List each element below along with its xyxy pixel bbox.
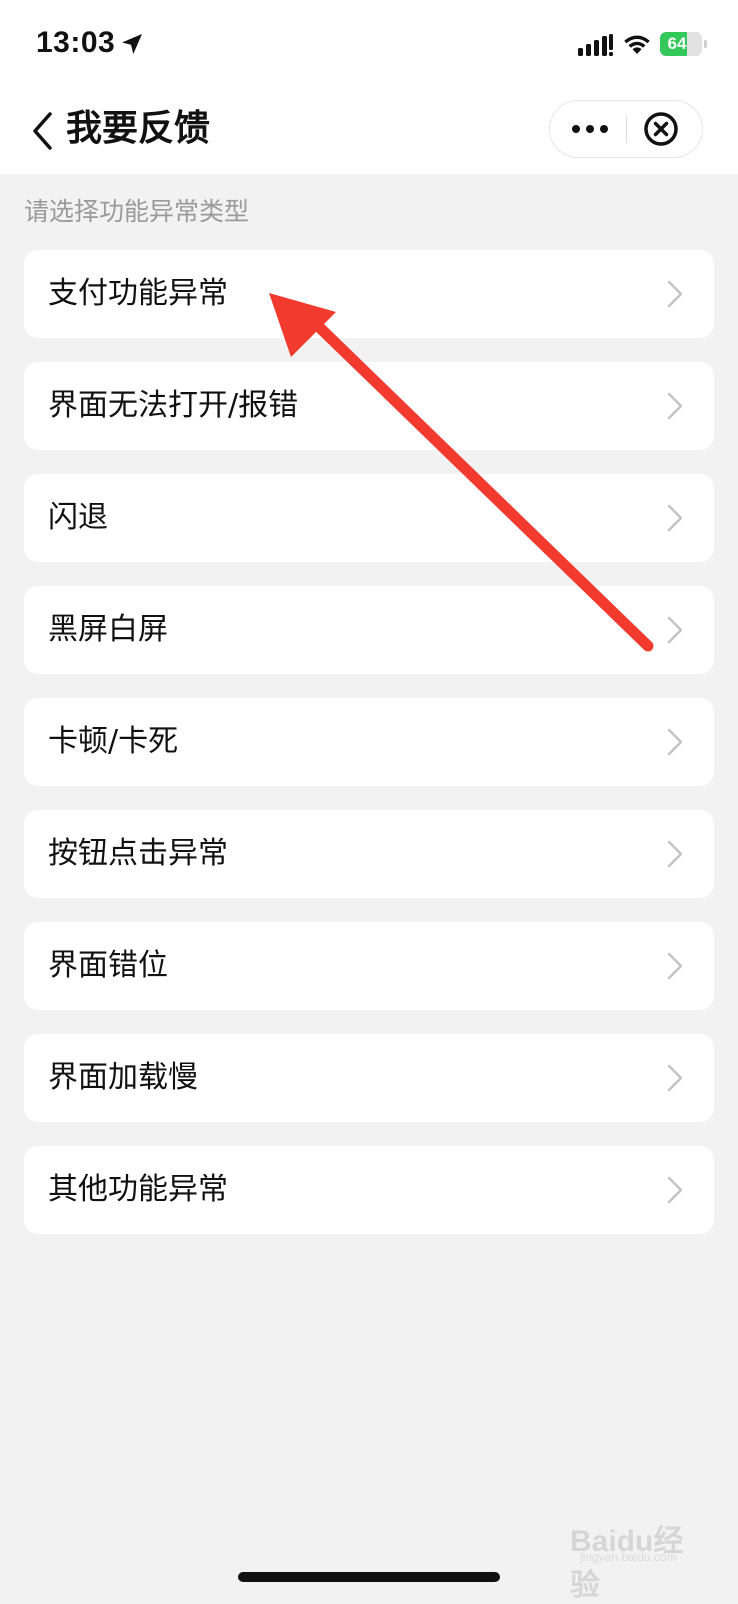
list-item-lag-freeze[interactable]: 卡顿/卡死 (24, 698, 714, 786)
battery-level-text: 64 (667, 34, 687, 53)
home-indicator[interactable] (238, 1572, 500, 1582)
list-item-label: 其他功能异常 (48, 1172, 228, 1207)
chevron-left-icon (33, 112, 52, 150)
watermark-domain: jingyan.baidu.com (580, 1550, 677, 1564)
chevron-right-icon (667, 280, 683, 308)
chevron-right-icon (667, 1176, 683, 1204)
list-item-other-error[interactable]: 其他功能异常 (24, 1146, 714, 1234)
baidu-watermark: Baidu经验 jingyan.baidu.com (560, 1508, 710, 1602)
chevron-right-icon (667, 504, 683, 532)
list-item-layout-misaligned[interactable]: 界面错位 (24, 922, 714, 1010)
list-item-black-white-screen[interactable]: 黑屏白屏 (24, 586, 714, 674)
more-horizontal-icon (572, 125, 608, 133)
chevron-right-icon (667, 1064, 683, 1092)
feedback-type-list: 支付功能异常 界面无法打开/报错 闪退 黑屏白屏 卡顿/卡死 按钮点击异常 界面… (24, 250, 714, 1258)
nav-bar: 我要反馈 (0, 90, 738, 174)
mini-program-capsule (549, 100, 703, 158)
list-item-label: 界面无法打开/报错 (48, 388, 299, 423)
list-item-crash[interactable]: 闪退 (24, 474, 714, 562)
chevron-right-icon (667, 728, 683, 756)
list-item-button-click-error[interactable]: 按钮点击异常 (24, 810, 714, 898)
battery-body: 64 (660, 32, 702, 56)
cellular-signal-icon (578, 34, 613, 56)
list-item-slow-loading[interactable]: 界面加载慢 (24, 1034, 714, 1122)
list-item-label: 黑屏白屏 (48, 612, 168, 647)
list-item-page-cannot-open[interactable]: 界面无法打开/报错 (24, 362, 714, 450)
chevron-right-icon (667, 392, 683, 420)
list-item-label: 卡顿/卡死 (48, 724, 179, 759)
list-item-label: 支付功能异常 (48, 276, 228, 311)
more-button[interactable] (550, 101, 626, 157)
section-label: 请选择功能异常类型 (24, 197, 250, 226)
list-item-label: 界面错位 (48, 948, 168, 983)
chevron-right-icon (667, 616, 683, 644)
close-circle-icon (644, 112, 678, 146)
list-item-payment-error[interactable]: 支付功能异常 (24, 250, 714, 338)
status-time: 13:03 (36, 26, 116, 59)
status-bar: 13:03 64 (0, 0, 738, 90)
list-item-label: 按钮点击异常 (48, 836, 228, 871)
chevron-right-icon (667, 952, 683, 980)
back-button[interactable] (26, 108, 60, 154)
chevron-right-icon (667, 840, 683, 868)
battery-indicator: 64 (660, 32, 708, 56)
close-button[interactable] (627, 101, 703, 157)
list-item-label: 闪退 (48, 500, 108, 535)
page-title: 我要反馈 (66, 108, 211, 149)
battery-tip (704, 40, 707, 48)
list-item-label: 界面加载慢 (48, 1060, 198, 1095)
location-arrow-icon (122, 34, 142, 54)
wifi-icon (624, 35, 650, 54)
